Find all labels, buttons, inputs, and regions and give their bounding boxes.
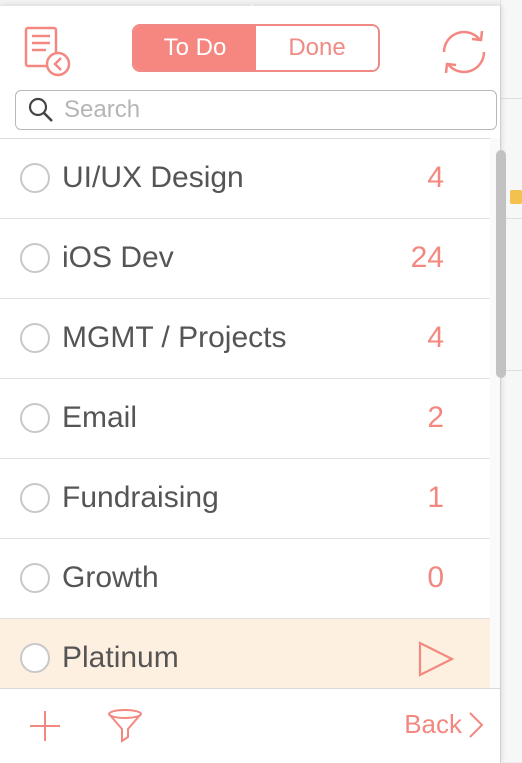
list-container: UI/UX Design 4 iOS Dev 24 MGMT / Project… [0,138,500,689]
popover-toolbar: To Do Done [0,6,500,86]
todo-done-toggle: To Do Done [132,24,380,72]
list-item[interactable]: Growth 0 [0,539,490,619]
list-item-count: 4 [427,321,444,354]
scrollbar-thumb[interactable] [496,150,506,378]
notes-back-icon [24,26,71,77]
background-document-strip [500,0,522,762]
notes-back-button[interactable] [22,24,74,78]
chevron-right-icon [469,711,484,738]
complete-checkbox[interactable] [20,163,50,193]
back-label: Back [404,709,462,739]
list-item-count: 24 [410,241,444,274]
filter-button[interactable] [106,707,144,745]
list-item-count: 1 [427,481,444,514]
list-item[interactable]: Fundraising 1 [0,459,490,539]
back-button[interactable]: Back [404,709,486,740]
search-field [15,90,497,130]
list-item-label: MGMT / Projects [62,321,287,354]
list-item-active[interactable]: Platinum [0,619,490,689]
tab-done[interactable]: Done [256,26,378,70]
filter-icon [108,709,142,743]
list-item-count: 4 [427,161,444,194]
list-item-label: Email [62,401,138,434]
sync-icon [442,30,486,74]
complete-checkbox[interactable] [20,483,50,513]
list-item-label: iOS Dev [62,241,174,274]
complete-checkbox[interactable] [20,403,50,433]
popover-bottom-bar: Back [0,688,500,763]
background-badge [510,190,522,204]
plus-icon [30,711,60,741]
list-item-count: 0 [427,561,444,594]
complete-checkbox[interactable] [20,643,50,673]
play-icon[interactable] [416,639,456,679]
list-item-count: 2 [427,401,444,434]
tab-todo[interactable]: To Do [134,26,256,70]
search-icon [28,97,53,122]
list-item[interactable]: Email 2 [0,379,490,459]
sync-button[interactable] [436,26,492,78]
complete-checkbox[interactable] [20,563,50,593]
list-item-label: Platinum [62,641,179,674]
background-divider [500,98,522,99]
list-item-label: Growth [62,561,159,594]
list-item[interactable]: UI/UX Design 4 [0,139,490,219]
add-list-button[interactable] [28,709,62,743]
todo-popover: To Do Done UI/UX Design 4 iOS Dev [0,5,506,763]
list-item-label: UI/UX Design [62,161,244,194]
complete-checkbox[interactable] [20,243,50,273]
list-item-label: Fundraising [62,481,219,514]
search-input[interactable] [62,95,466,125]
complete-checkbox[interactable] [20,323,50,353]
list-item[interactable]: MGMT / Projects 4 [0,299,490,379]
list-item[interactable]: iOS Dev 24 [0,219,490,299]
